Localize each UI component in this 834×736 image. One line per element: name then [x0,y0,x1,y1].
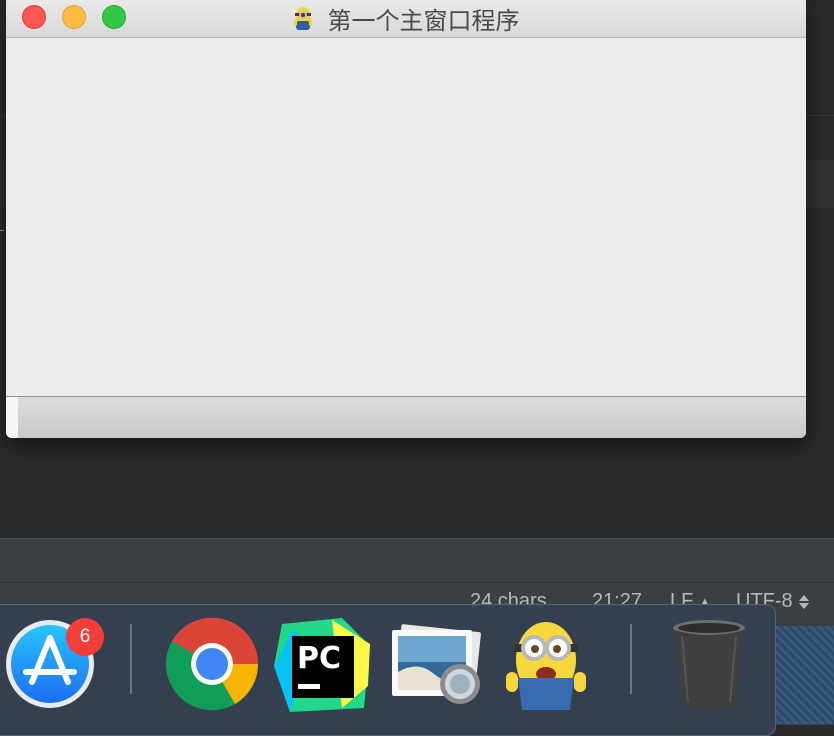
window-title-group: 第一个主窗口程序 [6,1,806,35]
ide-gutter-tick [0,230,4,231]
pycharm-icon[interactable]: PC [272,616,374,714]
dock-separator [130,624,132,694]
minion-app-icon [294,6,313,30]
preview-icon[interactable] [388,616,484,712]
notification-badge: 6 [66,618,104,656]
chrome-icon[interactable] [164,616,260,712]
pycharm-label: PC [297,641,341,676]
window-content-area [6,38,806,394]
main-window: 第一个主窗口程序 [6,0,806,438]
status-bar-edge [6,397,18,438]
ide-bottom-panel [0,538,834,583]
window-status-bar [6,396,806,438]
trash-icon[interactable] [668,616,750,716]
dock-separator [630,624,632,694]
window-titlebar[interactable]: 第一个主窗口程序 [6,0,806,38]
window-title: 第一个主窗口程序 [327,7,520,35]
minion-app-icon[interactable] [500,616,592,716]
desktop-background [774,626,834,724]
up-down-arrows-icon [798,593,810,611]
